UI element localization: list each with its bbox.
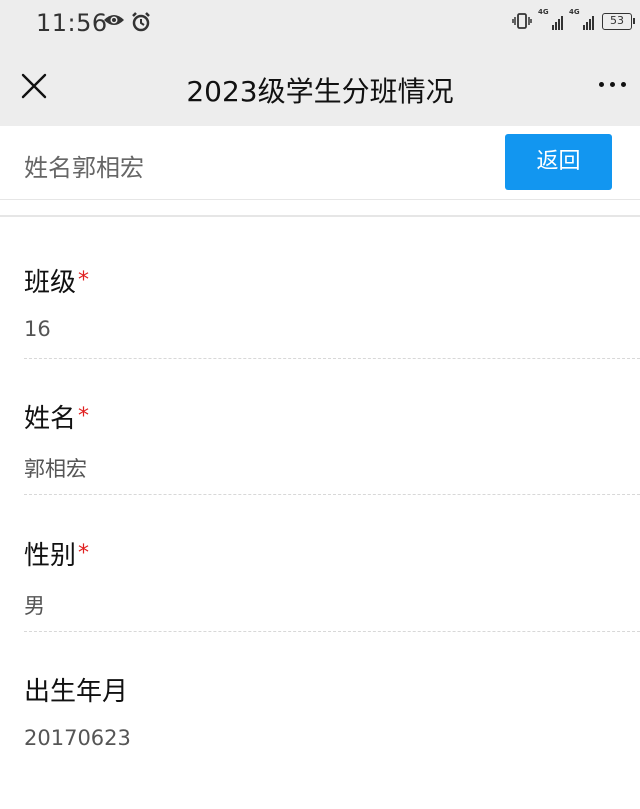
- field-value: 16: [24, 317, 51, 341]
- status-right-icons: 4G 4G 53: [512, 8, 635, 30]
- field-value: 20170623: [24, 726, 131, 750]
- battery-icon: 53: [602, 12, 635, 30]
- field-gender: 性别* 男: [24, 535, 640, 620]
- network-type-label: 4G: [569, 8, 580, 16]
- required-marker: *: [78, 404, 90, 429]
- status-time: 11:56: [36, 9, 108, 37]
- required-marker: *: [78, 268, 90, 293]
- signal-icon: 4G: [569, 8, 594, 30]
- more-icon[interactable]: [599, 82, 626, 87]
- field-label: 性别*: [24, 541, 90, 571]
- nav-bar: 2023级学生分班情况: [0, 46, 640, 126]
- status-bar: 11:56 4G 4G 53: [0, 0, 640, 46]
- network-type-label: 4G: [538, 8, 549, 16]
- divider: [24, 358, 640, 359]
- field-name: 姓名* 郭相宏: [24, 398, 640, 483]
- field-label: 出生年月: [24, 677, 129, 707]
- divider: [24, 494, 640, 495]
- field-label: 姓名*: [24, 404, 90, 434]
- divider: [0, 215, 640, 217]
- eye-icon: [104, 15, 124, 25]
- page-title: 2023级学生分班情况: [186, 75, 454, 108]
- field-birth-date: 出生年月 20170623: [24, 671, 640, 750]
- back-button[interactable]: 返回: [505, 134, 612, 190]
- vibrate-icon: [512, 13, 532, 29]
- field-value: 郭相宏: [24, 457, 87, 481]
- divider: [24, 631, 640, 632]
- search-query-text: 姓名郭相宏: [24, 154, 144, 182]
- signal-icon: 4G: [538, 8, 563, 30]
- required-marker: *: [78, 541, 90, 566]
- field-class: 班级* 16: [24, 262, 640, 341]
- alarm-icon: [132, 12, 150, 32]
- field-value: 男: [24, 594, 45, 618]
- field-label: 班级*: [24, 268, 90, 298]
- status-left-icons: [103, 12, 151, 32]
